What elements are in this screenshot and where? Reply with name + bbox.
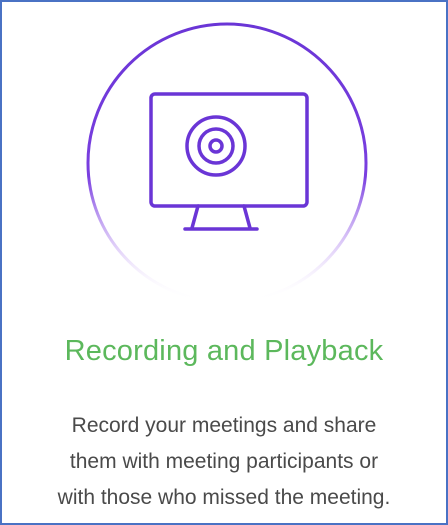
feature-title: Recording and Playback — [64, 335, 384, 367]
record-ring-outer — [185, 115, 247, 177]
feature-description: Record your meetings and share them with… — [22, 408, 426, 516]
ring-outline — [86, 22, 368, 304]
monitor-record-icon — [86, 22, 368, 304]
description-line: Record your meetings and share — [71, 414, 377, 437]
record-ring-inner — [208, 138, 224, 154]
feature-card: Recording and Playback Record your meeti… — [0, 0, 448, 525]
description-line: them with meeting participants or — [69, 450, 379, 473]
feature-graphic — [84, 20, 370, 306]
record-ring-middle — [197, 127, 235, 165]
monitor-screen — [149, 92, 309, 208]
description-line: with those who missed the meeting. — [57, 486, 391, 509]
monitor-stand — [190, 204, 252, 230]
